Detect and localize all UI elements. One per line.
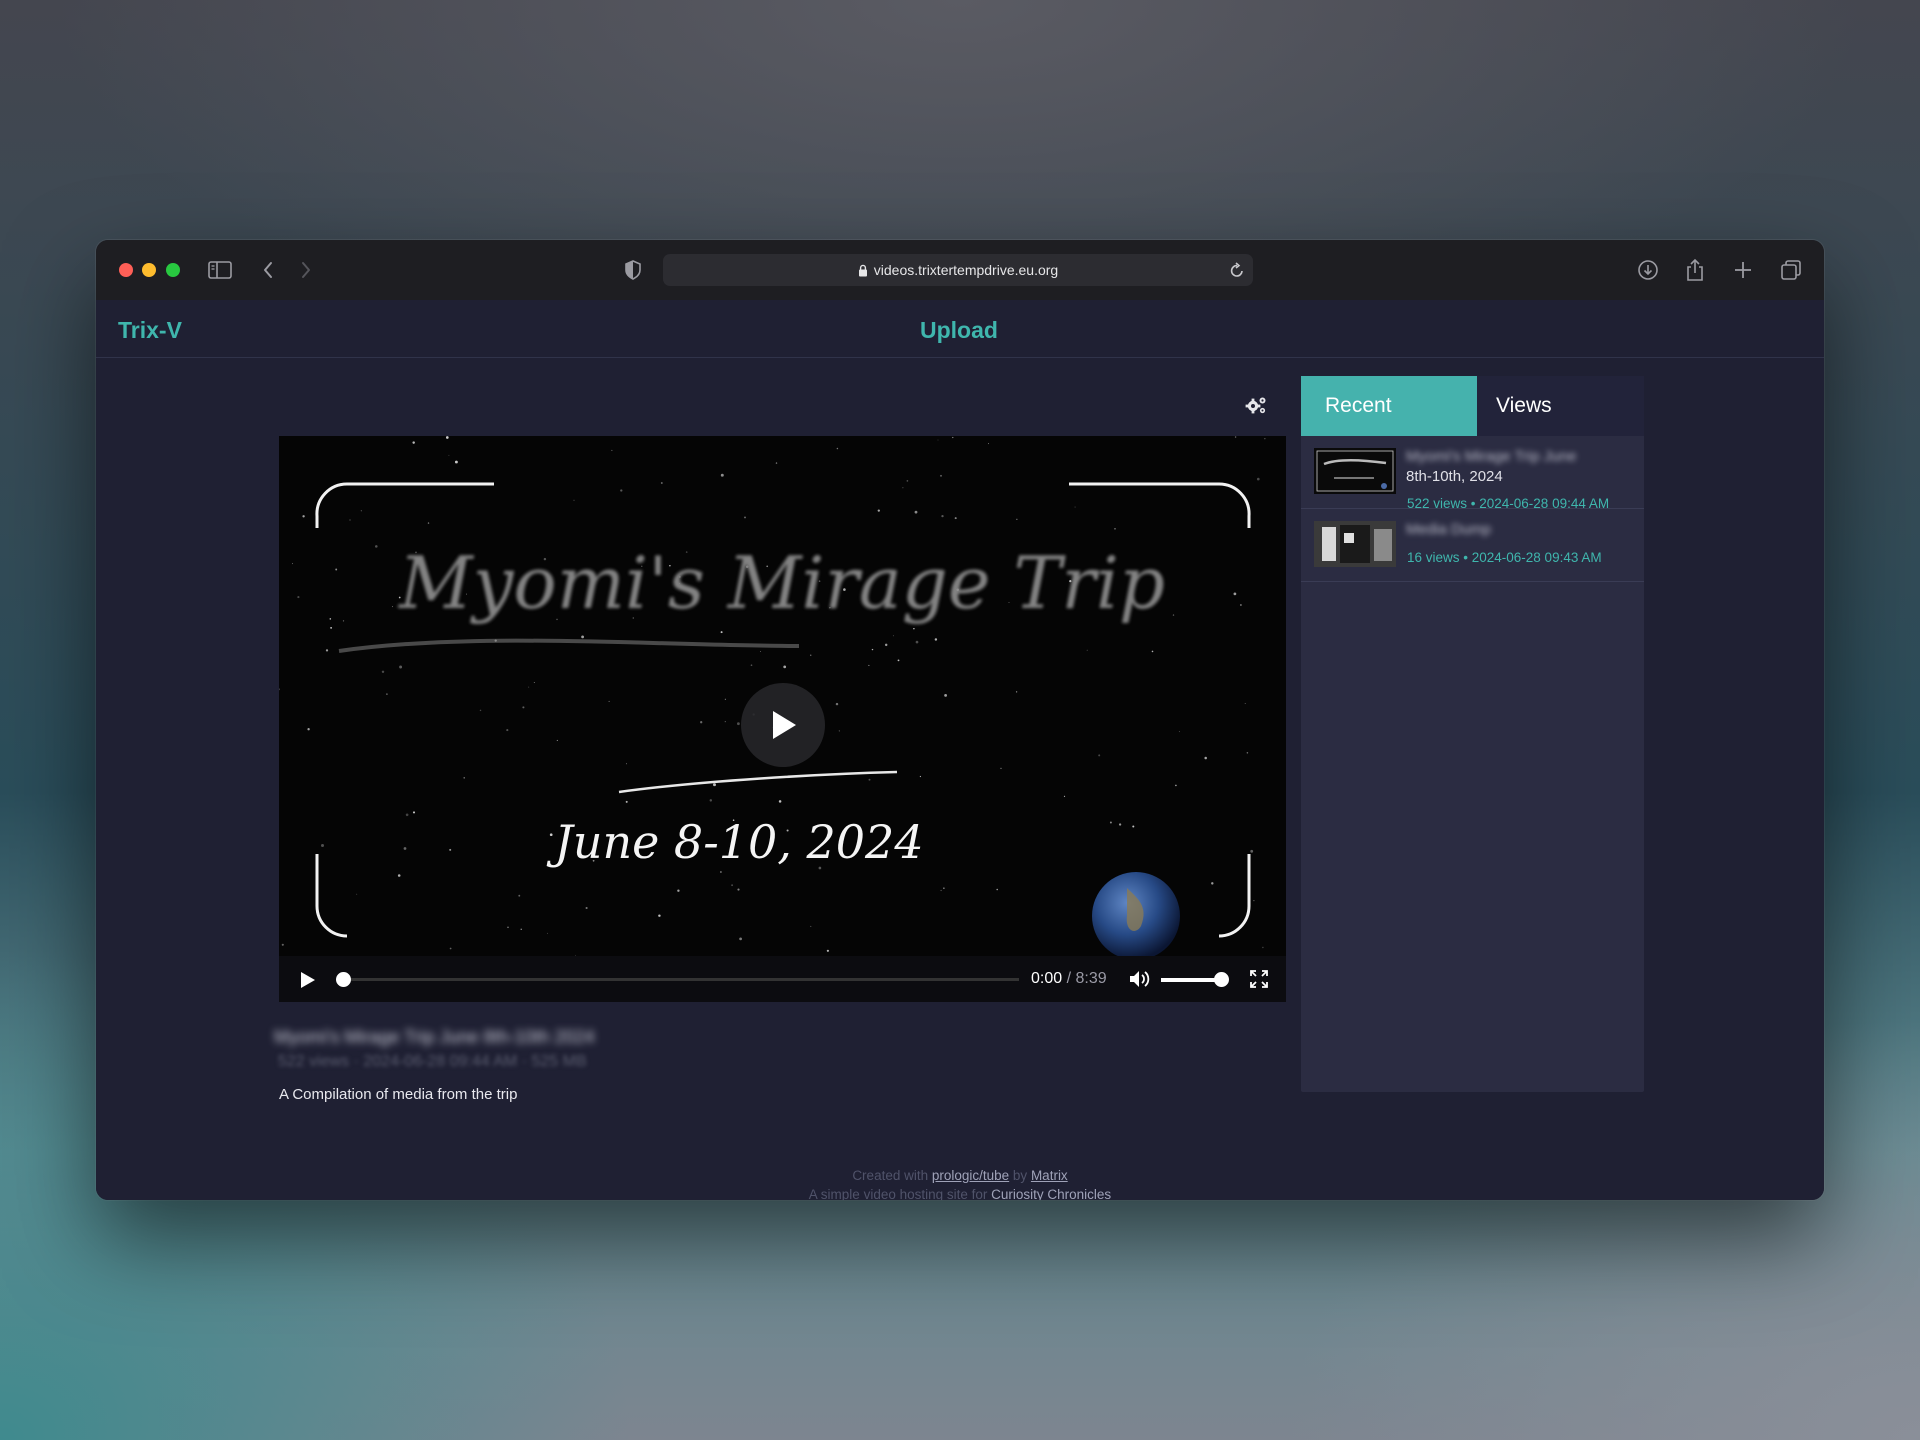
- big-play-button[interactable]: [741, 683, 825, 767]
- sidebar-tabs: Recent Views: [1301, 376, 1644, 436]
- player-controls: 0:00 / 8:39: [279, 956, 1286, 1002]
- download-icon[interactable]: [1637, 257, 1659, 283]
- frame-date-text: June 8-10, 2024: [546, 815, 923, 869]
- list-item-subtitle: 8th-10th, 2024: [1406, 468, 1503, 485]
- upload-link[interactable]: Upload: [920, 317, 998, 344]
- footer-line-host: A simple video hosting site for Curiosit…: [96, 1185, 1824, 1200]
- footer-text: A simple video hosting site for: [808, 1187, 992, 1200]
- prologic-tube-link[interactable]: prologic/tube: [932, 1168, 1009, 1183]
- site-brand-link[interactable]: Trix-V: [118, 317, 182, 344]
- current-time: 0:00: [1031, 970, 1063, 987]
- site-navbar: Trix-V Upload: [96, 300, 1824, 358]
- browser-window: videos.trixtertempdrive.eu.org Trix-V Up…: [96, 240, 1824, 1200]
- list-item[interactable]: Myomi's Mirage Trip June 8th-10th, 2024 …: [1301, 436, 1644, 511]
- browser-toolbar: videos.trixtertempdrive.eu.org: [96, 240, 1824, 301]
- footer-text: Created with: [852, 1168, 932, 1183]
- close-window-button[interactable]: [119, 263, 133, 277]
- frame-title-text: Myomi's Mirage Trip: [397, 541, 1165, 625]
- volume-handle[interactable]: [1213, 972, 1229, 987]
- time-separator: /: [1062, 970, 1076, 987]
- settings-gear-icon[interactable]: [1244, 395, 1268, 420]
- video-title: Myomi's Mirage Trip June 8th-10th 2024: [274, 1027, 595, 1047]
- maximize-window-button[interactable]: [166, 263, 180, 277]
- tab-views[interactable]: Views: [1477, 376, 1644, 436]
- video-meta: 522 views · 2024-06-28 09:44 AM · 525 MB: [278, 1053, 587, 1070]
- reload-icon[interactable]: [1229, 261, 1245, 282]
- lock-icon: [858, 264, 868, 277]
- share-icon[interactable]: [1685, 257, 1705, 283]
- minimize-window-button[interactable]: [142, 263, 156, 277]
- page-content: Trix-V Upload Myomi's Mirage Trip June 8…: [96, 300, 1824, 1200]
- play-icon[interactable]: [299, 970, 317, 995]
- forward-icon[interactable]: [300, 257, 312, 283]
- tab-recent[interactable]: Recent: [1301, 376, 1477, 436]
- privacy-shield-icon[interactable]: [624, 257, 642, 283]
- list-item-title: Media Dump: [1406, 521, 1492, 538]
- video-thumbnail[interactable]: [1314, 448, 1396, 494]
- back-icon[interactable]: [262, 257, 274, 283]
- sidebar-toggle-icon[interactable]: [208, 257, 232, 283]
- video-description: A Compilation of media from the trip: [279, 1086, 518, 1103]
- video-list-sidebar: Recent Views Myomi's Mirage Trip June 8t…: [1301, 376, 1644, 1092]
- list-item-meta: 16 views • 2024-06-28 09:43 AM: [1407, 550, 1602, 565]
- url-text: videos.trixtertempdrive.eu.org: [873, 262, 1059, 278]
- address-bar[interactable]: videos.trixtertempdrive.eu.org: [663, 254, 1253, 286]
- site-footer: Created with prologic/tube by Matrix A s…: [96, 1166, 1824, 1200]
- time-display: 0:00 / 8:39: [1031, 970, 1107, 988]
- list-item[interactable]: Media Dump 16 views • 2024-06-28 09:43 A…: [1301, 509, 1644, 582]
- seek-bar[interactable]: [339, 978, 1019, 981]
- video-player[interactable]: Myomi's Mirage Trip June 8-10, 2024 0:00…: [279, 436, 1286, 1002]
- fullscreen-icon[interactable]: [1249, 969, 1269, 994]
- seek-handle[interactable]: [336, 972, 351, 987]
- footer-line-credits: Created with prologic/tube by Matrix: [96, 1166, 1824, 1185]
- video-thumbnail[interactable]: [1314, 521, 1396, 567]
- volume-icon[interactable]: [1128, 969, 1152, 994]
- duration: 8:39: [1075, 970, 1107, 987]
- volume-level: [1161, 978, 1219, 982]
- new-tab-icon[interactable]: [1733, 257, 1753, 283]
- tab-overview-icon[interactable]: [1780, 257, 1802, 283]
- curiosity-chronicles-link[interactable]: Curiosity Chronicles: [991, 1187, 1111, 1200]
- list-item-title: Myomi's Mirage Trip June: [1406, 448, 1577, 465]
- matrix-link[interactable]: Matrix: [1031, 1168, 1068, 1183]
- footer-text: by: [1009, 1168, 1031, 1183]
